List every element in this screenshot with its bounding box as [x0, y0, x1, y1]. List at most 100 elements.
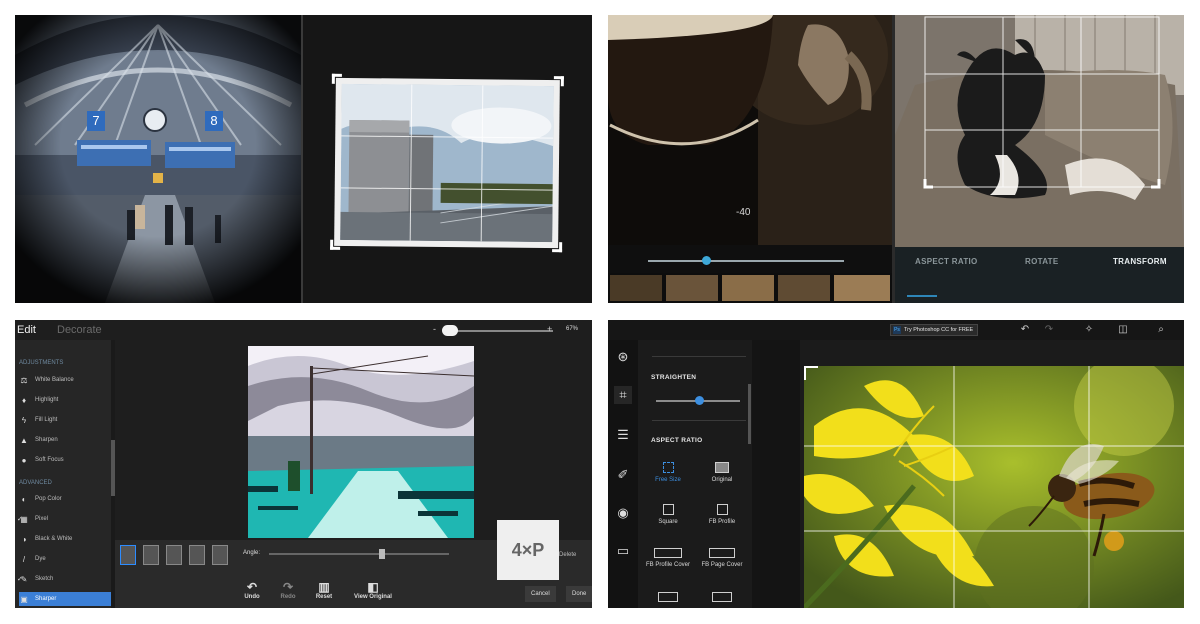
check-icon: ✓: [17, 516, 23, 523]
delete-label[interactable]: Delete: [559, 552, 576, 558]
palette-icon: ◐: [21, 494, 27, 504]
droplet-icon: ●: [21, 455, 27, 465]
zoom-in-button[interactable]: +: [547, 324, 552, 334]
bulb-icon: ♦: [21, 395, 27, 405]
crop-preview-panel: 7 8: [15, 15, 592, 303]
effects-sidebar: ADJUSTMENTS ⚖ White Balance ♦ Highlight ϟF…: [15, 340, 111, 608]
square-icon: [662, 504, 674, 515]
menu-item-dye[interactable]: / Dye: [19, 552, 111, 566]
ratio-fb-page-cover[interactable]: FB Page Cover: [698, 548, 746, 568]
crop-frame[interactable]: [330, 73, 564, 253]
section-adjustments: ADJUSTMENTS: [19, 360, 64, 366]
menu-item-pixel[interactable]: ✓ ▦ Pixel: [17, 512, 111, 526]
ratio-free-size[interactable]: Free Size: [644, 462, 692, 483]
sidebar-scrollbar[interactable]: [748, 384, 751, 444]
straighten-slider-knob[interactable]: [695, 396, 704, 405]
cancel-button[interactable]: Cancel: [525, 586, 556, 602]
adjust-slider-knob[interactable]: [702, 256, 711, 265]
platform-sign-7: 7: [87, 111, 105, 131]
photoshop-crop-panel: Ps Try Photoshop CC for FREE ↶ ↷ ✧ ◫ ⌕ ⊛ …: [608, 320, 1184, 608]
menu-item-soft-focus[interactable]: ● Soft Focus: [19, 453, 111, 467]
ps-top-bar: Ps Try Photoshop CC for FREE ↶ ↷ ✧ ◫ ⌕: [608, 320, 1184, 340]
scale-icon: ⚖: [20, 375, 28, 385]
ratio-fb-profile[interactable]: FB Profile: [698, 504, 746, 525]
tab-aspect-ratio[interactable]: ASPECT RATIO: [915, 257, 978, 266]
magic-wand-icon[interactable]: ✧: [1082, 323, 1096, 337]
undo-icon[interactable]: ↶: [1018, 323, 1032, 337]
menu-item-pop-color[interactable]: ◐ Pop Color: [19, 492, 111, 506]
ratio-original[interactable]: Original: [698, 462, 746, 483]
angle-slider-track[interactable]: [269, 553, 449, 555]
grid-preset-3[interactable]: [166, 545, 182, 565]
tab-edit[interactable]: Edit: [17, 324, 36, 336]
adjustments-icon[interactable]: ☰: [614, 426, 632, 444]
crop-handle-top-right[interactable]: [553, 76, 564, 87]
angle-slider-knob[interactable]: [379, 549, 385, 559]
zoom-slider-track[interactable]: [445, 330, 553, 332]
filters-icon[interactable]: ⊛: [614, 348, 632, 366]
menu-item-sharpen[interactable]: ▲ Sharpen: [19, 433, 111, 447]
menu-item-sketch[interactable]: ✓ ✎ Sketch: [17, 572, 111, 586]
tab-transform[interactable]: TRANSFORM: [1113, 257, 1167, 266]
zoom-slider-knob[interactable]: [442, 325, 458, 336]
eye-icon[interactable]: ◉: [614, 504, 632, 522]
zoom-out-button[interactable]: -: [433, 324, 436, 334]
grid-preset-4[interactable]: [189, 545, 205, 565]
ratio-more-2[interactable]: [698, 592, 746, 606]
glass-photo: -40: [608, 15, 892, 303]
train-station-photo: 7 8: [15, 15, 301, 303]
menu-item-fill-light[interactable]: ϟ Fill Light: [19, 413, 111, 427]
adjust-value: -40: [736, 207, 751, 218]
triangle-icon: ▲: [20, 435, 28, 445]
try-photoshop-button[interactable]: Ps Try Photoshop CC for FREE: [890, 324, 979, 336]
aspect-ratio-label: ASPECT RATIO: [651, 437, 703, 444]
fb-page-cover-icon: [709, 548, 735, 558]
compare-icon: ◧: [367, 580, 379, 594]
grid-preset-2[interactable]: [143, 545, 159, 565]
ratio-icon: [658, 592, 678, 602]
crop-options-sidebar: STRAIGHTEN ASPECT RATIO Free Size Origin…: [638, 340, 752, 608]
contrast-icon: ◑: [21, 534, 27, 544]
tab-decorate[interactable]: Decorate: [57, 324, 102, 336]
trash-icon: ▥: [318, 580, 330, 594]
ratio-square[interactable]: Square: [644, 504, 692, 525]
free-size-icon: [662, 462, 674, 473]
view-original-button[interactable]: ◧ View Original: [348, 580, 398, 600]
reset-button[interactable]: ▥ Reset: [299, 580, 349, 600]
compare-icon[interactable]: ◫: [1116, 323, 1130, 337]
zoom-icon[interactable]: ⌕: [1154, 323, 1168, 337]
adjust-slider-track[interactable]: [648, 260, 844, 262]
ps-logo-icon: Ps: [893, 326, 901, 334]
heal-icon[interactable]: ✐: [614, 466, 632, 484]
canvas-margin: [752, 340, 800, 608]
frame-icon[interactable]: ▭: [614, 542, 632, 560]
grid-preset-1[interactable]: [120, 545, 136, 565]
menu-item-highlight[interactable]: ♦ Highlight: [19, 393, 111, 407]
crop-icon[interactable]: ⌗: [614, 386, 632, 404]
ratio-more-1[interactable]: [644, 592, 692, 606]
crop-handle-bottom-left[interactable]: [330, 239, 341, 250]
menu-item-black-white[interactable]: ◑ Black & White: [19, 532, 111, 546]
crop-handle-bottom-right[interactable]: [552, 242, 563, 253]
desktop-editor-panel: Edit Decorate - + 67% ADJUSTMENTS ⚖ White…: [15, 320, 592, 608]
mobile-editor-panel: -40 ASPECT RATIO ROTATE TRANSFORM: [608, 15, 1184, 303]
bee-flower-photo: [804, 366, 1184, 608]
dog-illustration: [895, 15, 1184, 247]
tab-rotate[interactable]: ROTATE: [1025, 257, 1059, 266]
grid-icon: ▣: [20, 594, 28, 604]
posterized-photo: [248, 346, 474, 538]
filter-filmstrip[interactable]: [608, 273, 892, 303]
menu-item-sharper[interactable]: ▣ Sharper: [19, 592, 111, 606]
crop-handle-top-left[interactable]: [331, 73, 342, 84]
grid-preset-5[interactable]: [212, 545, 228, 565]
tool-rail: ⊛ ⌗ ☰ ✐ ◉ ▭: [608, 340, 638, 608]
image-icon: [715, 462, 729, 473]
ratio-icon: [712, 592, 732, 602]
flash-icon: ϟ: [21, 415, 27, 425]
check-icon: ✓: [17, 576, 23, 583]
ratio-fb-profile-cover[interactable]: FB Profile Cover: [644, 548, 692, 568]
redo-icon[interactable]: ↷: [1042, 323, 1056, 337]
done-button[interactable]: Done: [566, 586, 592, 602]
fb-profile-icon: [716, 504, 728, 515]
menu-item-white-balance[interactable]: ⚖ White Balance: [19, 373, 111, 387]
